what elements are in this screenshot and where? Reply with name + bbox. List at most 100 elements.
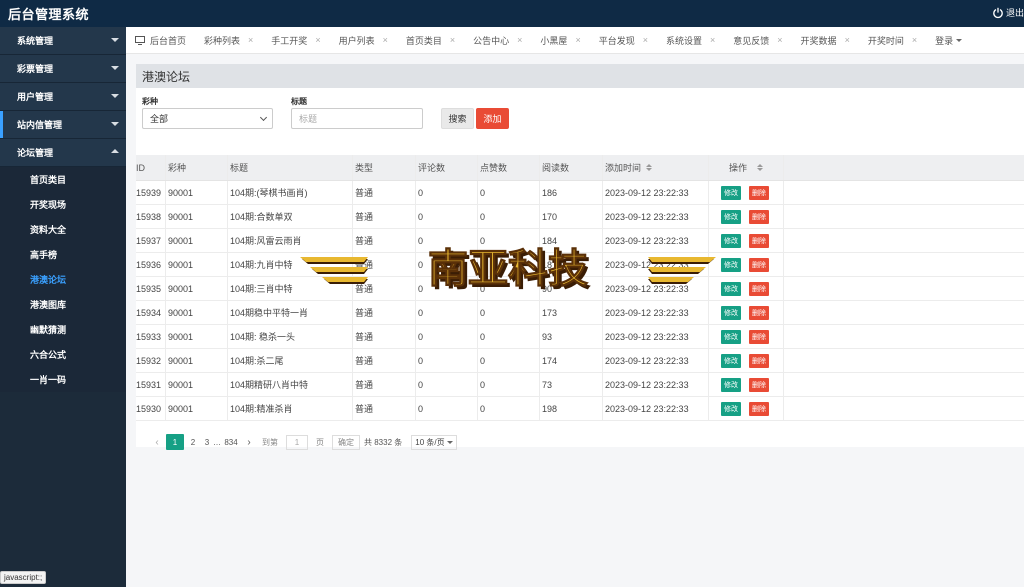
- goto-page-input[interactable]: 1: [286, 434, 308, 450]
- goto-confirm-button[interactable]: 确定: [332, 434, 360, 450]
- sort-icon[interactable]: [757, 164, 763, 171]
- col-type: 类型: [353, 155, 416, 180]
- cell-actions: 修改 删除: [709, 301, 784, 324]
- sidebar-group-system[interactable]: 系统管理: [0, 27, 126, 55]
- cell-comments: 0: [416, 205, 478, 228]
- sidebar-item-one-code[interactable]: 一肖一码: [0, 367, 126, 392]
- close-icon[interactable]: ×: [517, 35, 522, 45]
- close-icon[interactable]: ×: [315, 35, 320, 45]
- delete-button[interactable]: 删除: [749, 257, 769, 272]
- sidebar-group-messages[interactable]: 站内信管理: [0, 111, 126, 139]
- cell-time: 2023-09-12 23:22:33: [603, 349, 709, 372]
- close-icon[interactable]: ×: [248, 35, 253, 45]
- tab-bar: 后台首页 彩种列表 × 手工开奖 × 用户列表 × 首页类目 × 公告中心 × 小黑屋 × …: [126, 27, 1024, 54]
- title-input[interactable]: 标题: [291, 108, 423, 129]
- sidebar-item-live-draw[interactable]: 开奖现场: [0, 192, 126, 217]
- close-icon[interactable]: ×: [777, 35, 782, 45]
- sidebar-item-formula[interactable]: 六合公式: [0, 342, 126, 367]
- delete-button[interactable]: 删除: [749, 401, 769, 416]
- delete-button[interactable]: 删除: [749, 305, 769, 320]
- sidebar-item-home-category[interactable]: 首页类目: [0, 167, 126, 192]
- page-1[interactable]: 1: [166, 434, 184, 450]
- edit-button[interactable]: 修改: [721, 185, 741, 200]
- edit-button[interactable]: 修改: [721, 233, 741, 248]
- table-header: ID 彩种 标题 类型 评论数 点赞数 阅读数 添加时间 操作: [136, 155, 1024, 181]
- lottery-select[interactable]: 全部: [142, 108, 273, 129]
- sidebar-item-experts[interactable]: 高手榜: [0, 242, 126, 267]
- page-suffix: 页: [316, 437, 324, 447]
- tab-user-list[interactable]: 用户列表 ×: [330, 27, 397, 53]
- tab-platform-discover[interactable]: 平台发现 ×: [590, 27, 657, 53]
- delete-button[interactable]: 删除: [749, 353, 769, 368]
- cell-reads: 198: [540, 397, 603, 420]
- edit-button[interactable]: 修改: [721, 305, 741, 320]
- sidebar-group-forum[interactable]: 论坛管理: [0, 139, 126, 167]
- sidebar-item-data-library[interactable]: 资料大全: [0, 217, 126, 242]
- tab-manual-draw[interactable]: 手工开奖 ×: [262, 27, 329, 53]
- delete-button[interactable]: 删除: [749, 233, 769, 248]
- tab-feedback[interactable]: 意见反馈 ×: [724, 27, 791, 53]
- close-icon[interactable]: ×: [575, 35, 580, 45]
- table-body: 15939 90001 104期:(琴棋书画肖) 普通 0 0 186 2023-09-12 …: [136, 181, 1024, 421]
- cell-lottery: 90001: [166, 301, 228, 324]
- cell-comments: 0: [416, 349, 478, 372]
- delete-button[interactable]: 删除: [749, 281, 769, 296]
- tab-system-settings[interactable]: 系统设置 ×: [657, 27, 724, 53]
- tab-draw-time[interactable]: 开奖时间 ×: [859, 27, 926, 53]
- page-last[interactable]: 834: [222, 434, 240, 450]
- cell-id: 15937: [136, 229, 166, 252]
- cell-reads: 170: [540, 205, 603, 228]
- col-added-time[interactable]: 添加时间: [603, 155, 709, 180]
- page-3[interactable]: 3: [202, 434, 212, 450]
- delete-button[interactable]: 删除: [749, 185, 769, 200]
- tab-login[interactable]: 登录: [926, 27, 971, 53]
- cell-lottery: 90001: [166, 181, 228, 204]
- sidebar-item-hkmo-gallery[interactable]: 港澳图库: [0, 292, 126, 317]
- sort-icon[interactable]: [646, 164, 653, 171]
- cell-likes: 0: [478, 205, 540, 228]
- sidebar-group-lottery[interactable]: 彩票管理: [0, 55, 126, 83]
- tab-blacklist[interactable]: 小黑屋 ×: [531, 27, 589, 53]
- next-page-button[interactable]: ›: [240, 434, 258, 450]
- panel-title: 港澳论坛: [136, 64, 1024, 88]
- cell-actions: 修改 删除: [709, 253, 784, 276]
- sidebar-item-humor-guess[interactable]: 幽默猜测: [0, 317, 126, 342]
- delete-button[interactable]: 删除: [749, 377, 769, 392]
- tab-dashboard[interactable]: 后台首页: [126, 27, 195, 53]
- col-actions[interactable]: 操作: [709, 155, 784, 180]
- delete-button[interactable]: 删除: [749, 329, 769, 344]
- sidebar-group-users[interactable]: 用户管理: [0, 83, 126, 111]
- prev-page-button[interactable]: ‹: [148, 434, 166, 450]
- delete-button[interactable]: 删除: [749, 209, 769, 224]
- tab-notice-center[interactable]: 公告中心 ×: [464, 27, 531, 53]
- edit-button[interactable]: 修改: [721, 353, 741, 368]
- close-icon[interactable]: ×: [912, 35, 917, 45]
- close-icon[interactable]: ×: [710, 35, 715, 45]
- edit-button[interactable]: 修改: [721, 209, 741, 224]
- cell-reads: 73: [540, 373, 603, 396]
- tab-draw-data[interactable]: 开奖数据 ×: [792, 27, 859, 53]
- cell-title: 104期:杀二尾: [228, 349, 353, 372]
- search-button[interactable]: 搜索: [441, 108, 474, 129]
- tab-lottery-list[interactable]: 彩种列表 ×: [195, 27, 262, 53]
- close-icon[interactable]: ×: [383, 35, 388, 45]
- edit-button[interactable]: 修改: [721, 401, 741, 416]
- edit-button[interactable]: 修改: [721, 329, 741, 344]
- edit-button[interactable]: 修改: [721, 281, 741, 296]
- edit-button[interactable]: 修改: [721, 377, 741, 392]
- logout-button[interactable]: 退出: [992, 6, 1024, 19]
- close-icon[interactable]: ×: [845, 35, 850, 45]
- sidebar-item-hkmo-forum[interactable]: 港澳论坛: [0, 267, 126, 292]
- tab-home-category[interactable]: 首页类目 ×: [397, 27, 464, 53]
- cell-actions: 修改 删除: [709, 325, 784, 348]
- power-icon: [993, 7, 1003, 18]
- tab-label: 登录: [935, 35, 954, 46]
- col-title: 标题: [228, 155, 353, 180]
- page-size-select[interactable]: 10 条/页: [411, 434, 457, 450]
- close-icon[interactable]: ×: [450, 35, 455, 45]
- edit-button[interactable]: 修改: [721, 257, 741, 272]
- close-icon[interactable]: ×: [643, 35, 648, 45]
- page-2[interactable]: 2: [184, 434, 202, 450]
- cell-comments: 0: [416, 373, 478, 396]
- add-button[interactable]: 添加: [476, 108, 509, 129]
